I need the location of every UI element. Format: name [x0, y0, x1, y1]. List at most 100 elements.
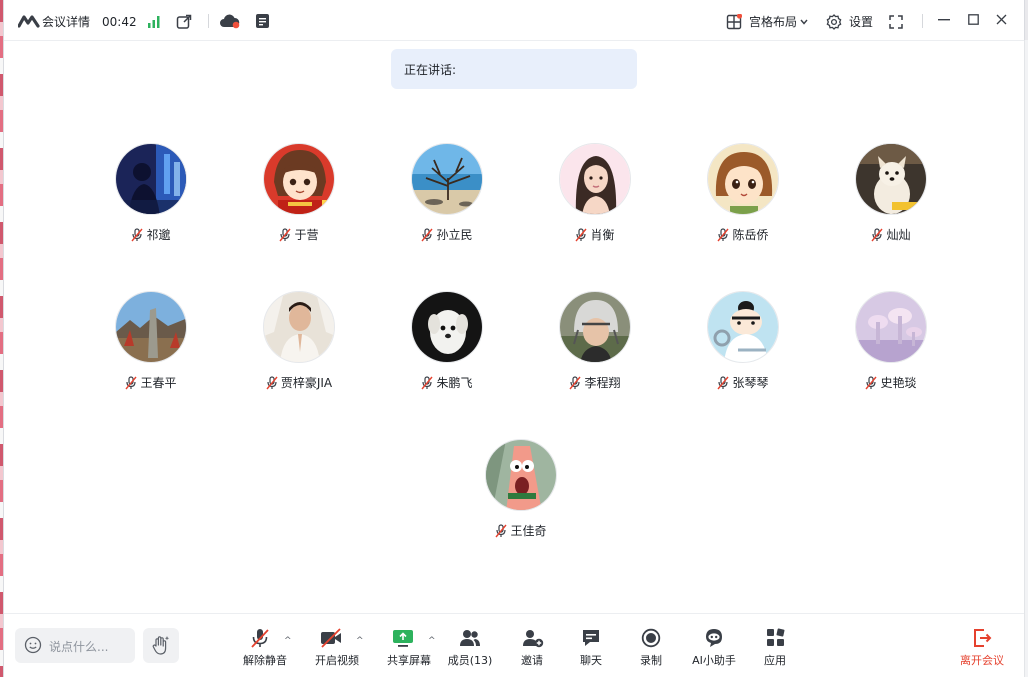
cloud-icon[interactable]	[219, 13, 241, 29]
apps-icon	[767, 628, 785, 646]
share-screen-label: 共享屏幕	[387, 654, 431, 667]
participant-tile[interactable]: 祁邈	[76, 143, 226, 253]
participant-name: 朱鹏飞	[436, 376, 473, 390]
participant-name: 肖衡	[590, 228, 615, 242]
mic-muted-icon	[865, 376, 878, 390]
apps-button[interactable]: 应用	[752, 626, 798, 670]
speaking-indicator: 正在讲话:	[391, 49, 637, 89]
meeting-window: 会议详情 00:42 宫格布局 设置 正在讲话: 祁邈 于营 孙立民 肖衡 陈岳…	[3, 0, 1025, 677]
bottom-toolbar: 说点什么... ^ 解除静音 ^ 开启视频 ^ 共享屏幕 成员(13) 邀请 聊…	[4, 613, 1024, 677]
participant-name-row: 李程翔	[520, 375, 670, 391]
gear-icon[interactable]	[826, 14, 842, 30]
man-portrait-icon	[263, 291, 335, 363]
meeting-details-link[interactable]: 会议详情	[42, 14, 90, 30]
participant-name: 史艳琰	[880, 376, 917, 390]
participant-tile[interactable]: 孙立民	[372, 143, 522, 253]
grid-layout-icon[interactable]	[726, 14, 742, 30]
mic-muted-icon	[125, 376, 138, 390]
participant-tile[interactable]: 灿灿	[816, 143, 966, 253]
participant-name-row: 朱鹏飞	[372, 375, 522, 391]
participant-tile[interactable]: 史艳琰	[816, 291, 966, 401]
start-video-button[interactable]: ^ 开启视频	[308, 626, 366, 670]
participant-name-row: 肖衡	[520, 227, 670, 243]
participant-name: 孙立民	[436, 228, 473, 242]
record-label: 录制	[640, 654, 662, 667]
participant-tile[interactable]: 张琴琴	[668, 291, 818, 401]
cartoon-starfish-icon	[485, 439, 557, 511]
record-button[interactable]: 录制	[628, 626, 674, 670]
share-screen-icon	[393, 630, 413, 647]
participant-tile[interactable]: 于营	[224, 143, 374, 253]
title-divider	[208, 14, 209, 28]
participant-name-row: 王春平	[76, 375, 226, 391]
video-options-caret[interactable]: ^	[356, 636, 364, 646]
participant-name-row: 于营	[224, 227, 374, 243]
popout-icon[interactable]	[176, 14, 192, 30]
participant-tile[interactable]: 陈岳侨	[668, 143, 818, 253]
cartoon-girl-icon	[707, 143, 779, 215]
dog-photo-icon	[855, 143, 927, 215]
participant-name-row: 孙立民	[372, 227, 522, 243]
minimize-icon[interactable]	[938, 19, 950, 21]
emoji-icon[interactable]	[24, 636, 42, 654]
beach-tree-photo-icon	[411, 143, 483, 215]
members-button[interactable]: 成员(13)	[444, 626, 496, 670]
title-bar: 会议详情 00:42 宫格布局 设置	[4, 0, 1024, 41]
mushroom-illustration-icon	[855, 291, 927, 363]
mic-muted-icon	[717, 228, 730, 242]
chat-label: 聊天	[580, 654, 602, 667]
participant-name: 张琴琴	[732, 376, 769, 390]
members-label: 成员(13)	[447, 654, 493, 667]
participant-tile[interactable]: 李程翔	[520, 291, 670, 401]
invite-label: 邀请	[521, 654, 543, 667]
chat-icon	[583, 630, 599, 646]
leave-meeting-button[interactable]: 离开会议	[954, 626, 1010, 670]
participant-name: 灿灿	[886, 228, 911, 242]
quick-chat-input[interactable]: 说点什么...	[15, 628, 135, 663]
share-options-caret[interactable]: ^	[428, 636, 436, 646]
share-screen-button[interactable]: ^ 共享屏幕	[380, 626, 438, 670]
participant-tile[interactable]: 贾梓豪JIA	[224, 291, 374, 401]
chat-placeholder: 说点什么...	[49, 640, 109, 654]
audio-options-caret[interactable]: ^	[284, 636, 292, 646]
unmute-button[interactable]: ^ 解除静音	[236, 626, 294, 670]
apps-label: 应用	[764, 654, 786, 667]
night-city-photo-icon	[115, 143, 187, 215]
participant-name-row: 贾梓豪JIA	[224, 375, 374, 391]
woman-portrait-icon	[559, 143, 631, 215]
hand-icon	[152, 636, 170, 655]
participant-name-row: 史艳琰	[816, 375, 966, 391]
window-controls-divider	[922, 14, 923, 28]
mic-muted-icon	[421, 228, 434, 242]
notes-icon[interactable]	[255, 13, 270, 29]
mic-muted-icon	[421, 376, 434, 390]
invite-button[interactable]: 邀请	[508, 626, 556, 670]
fullscreen-icon[interactable]	[889, 15, 903, 29]
participant-name-row: 王佳奇	[446, 523, 596, 539]
mic-muted-icon	[569, 376, 582, 390]
participant-tile[interactable]: 王春平	[76, 291, 226, 401]
participant-tile[interactable]: 王佳奇	[446, 439, 596, 549]
ai-assistant-label: AI小助手	[692, 654, 736, 667]
maximize-icon[interactable]	[968, 14, 979, 25]
chat-button[interactable]: 聊天	[568, 626, 614, 670]
meeting-duration: 00:42	[102, 15, 137, 29]
start-video-label: 开启视频	[315, 654, 359, 667]
settings-button[interactable]: 设置	[849, 14, 873, 30]
participant-tile[interactable]: 朱鹏飞	[372, 291, 522, 401]
helmet-portrait-icon	[559, 291, 631, 363]
unmute-label: 解除静音	[243, 654, 287, 667]
raise-hand-button[interactable]	[143, 628, 179, 663]
mic-muted-icon	[575, 228, 588, 242]
layout-dropdown[interactable]: 宫格布局	[749, 14, 797, 30]
signal-strength-icon[interactable]	[147, 15, 161, 28]
participant-name: 李程翔	[584, 376, 621, 390]
close-icon[interactable]	[996, 14, 1007, 25]
ai-assistant-button[interactable]: AI小助手	[688, 626, 740, 670]
mic-off-icon	[251, 629, 269, 648]
ai-assistant-icon	[706, 629, 722, 647]
chevron-down-icon[interactable]	[800, 19, 808, 25]
record-icon	[641, 628, 661, 648]
participant-name: 王春平	[140, 376, 177, 390]
participant-tile[interactable]: 肖衡	[520, 143, 670, 253]
